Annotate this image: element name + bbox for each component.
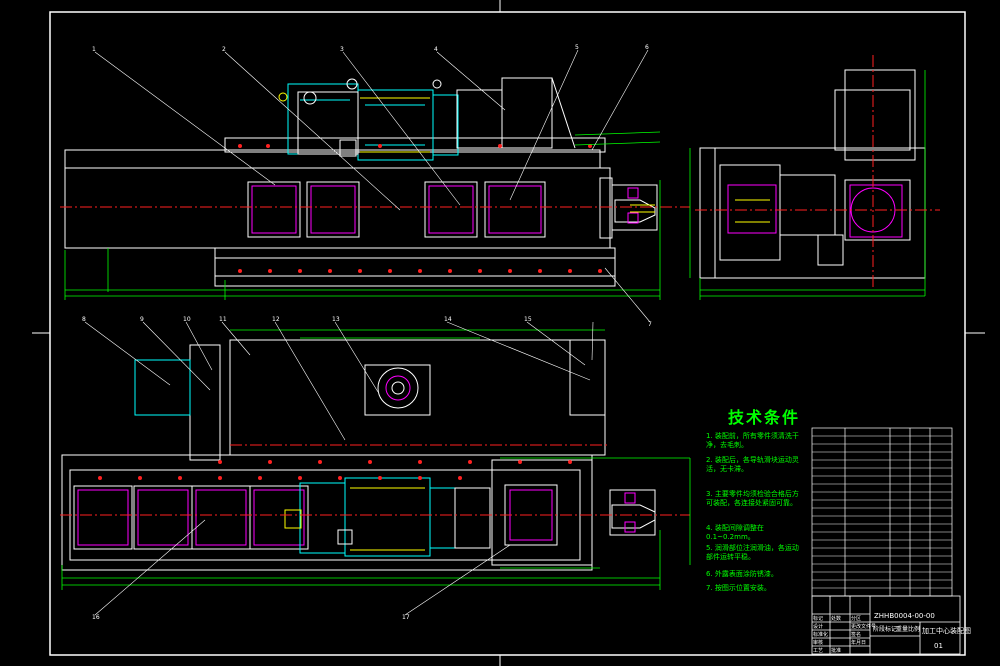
balloon-label: 3 [340, 46, 344, 53]
header-label: 年月日 [851, 640, 867, 646]
side-view [689, 55, 940, 300]
balloon-label: 14 [444, 316, 452, 323]
balloon-label: 16 [92, 614, 100, 621]
balloon-label: 17 [402, 614, 410, 621]
plan-view [60, 321, 691, 616]
balloon-label: 6 [645, 44, 649, 51]
role-label: 标准化 [813, 632, 829, 638]
cad-drawing-sheet: { "technical_requirements": { "title": "… [0, 0, 1000, 666]
note-item: 5. 润滑部位注润滑油，各运动部件运转平稳。 [706, 544, 799, 561]
balloon-label: 10 [183, 316, 191, 323]
header-label: 标记 [813, 616, 824, 622]
balloon-label: 4 [434, 46, 438, 53]
balloon-label: 12 [272, 316, 280, 323]
header-label: 更改文件号 [851, 624, 877, 630]
balloon-label: 2 [222, 46, 226, 53]
header-label: 分区 [851, 616, 862, 622]
role-label: 批准 [831, 648, 842, 654]
balloons: 1 2 3 4 5 6 7 8 9 10 11 12 13 14 15 16 1… [82, 44, 652, 621]
front-view [60, 49, 690, 323]
sheet-number: 01 [934, 642, 943, 650]
drawing-svg: 1 2 3 4 5 6 7 8 9 10 11 12 13 14 15 16 1… [32, 0, 985, 666]
bom-table [811, 427, 953, 597]
note-item: 3. 主要零件均须检验合格后方可装配，各连接处紧固可靠。 [706, 490, 799, 507]
sheet-border [32, 0, 985, 666]
header-label: 签名 [851, 632, 862, 638]
role-label: 工艺 [813, 648, 824, 654]
drawing-number: ZHHB0004-00-00 [874, 612, 935, 620]
balloon-label: 8 [82, 316, 86, 323]
header-label: 处数 [831, 616, 842, 622]
scale-label: 比例 [908, 626, 921, 633]
balloon-label: 15 [524, 316, 532, 323]
role-label: 设计 [813, 624, 824, 630]
balloon-label: 11 [219, 316, 227, 323]
scale-label: 阶段标记 [873, 626, 898, 633]
technical-requirements-title: 技术条件 [728, 408, 801, 427]
note-item: 6. 外露表面涂防锈漆。 [706, 570, 778, 578]
note-item: 7. 按图示位置安装。 [706, 584, 771, 592]
balloon-label: 5 [575, 44, 579, 51]
note-item: 4. 装配间隙调整在0.1~0.2mm。 [706, 524, 764, 541]
balloon-label: 1 [92, 46, 96, 53]
role-label: 审核 [813, 640, 824, 646]
scale-label: 重量 [896, 626, 909, 633]
drawing-name: 加工中心装配图 [922, 627, 971, 635]
note-item: 1. 装配前，所有零件须清洗干净，去毛刺。 [706, 432, 799, 449]
note-item: 2. 装配后，各导轨滑块运动灵活，无卡滞。 [706, 456, 799, 473]
balloon-label: 13 [332, 316, 340, 323]
balloon-label: 9 [140, 316, 144, 323]
balloon-label: 7 [648, 321, 652, 328]
